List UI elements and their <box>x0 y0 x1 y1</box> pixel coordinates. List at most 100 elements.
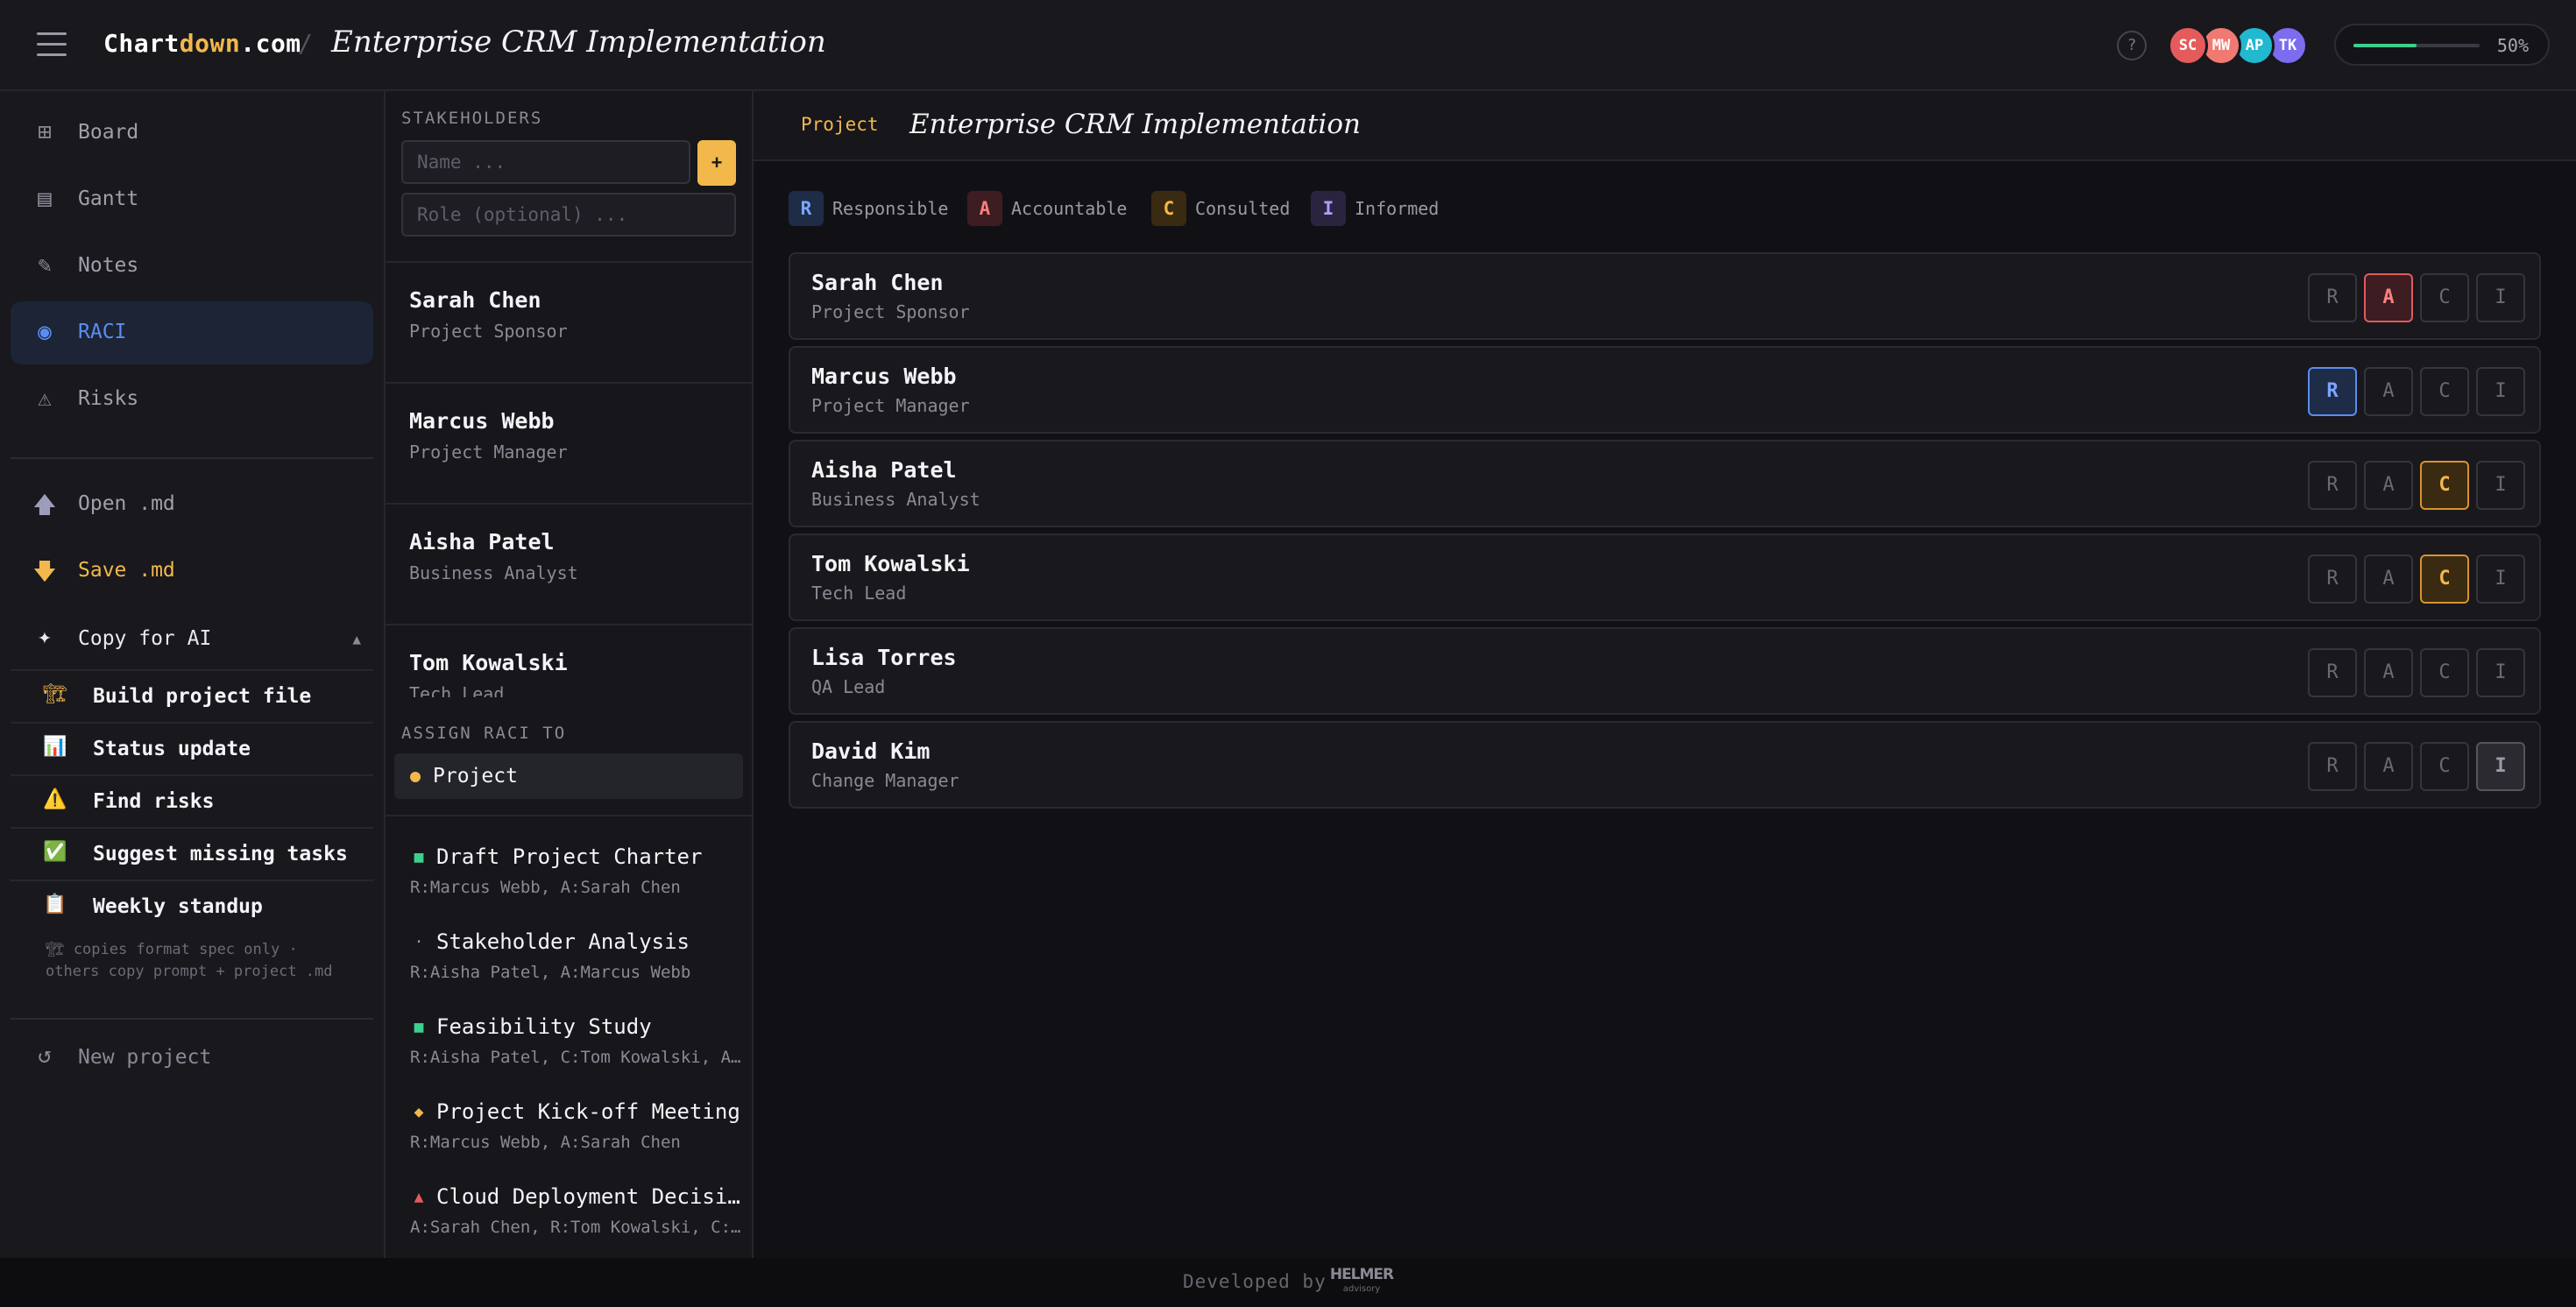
copy-ai-option-label: Weekly standup <box>93 895 263 918</box>
task-item[interactable]: ◆ Project Kick-off Meeting R:Marcus Webb, … <box>386 1085 752 1169</box>
copy-ai-option[interactable]: 📊 Status update <box>11 722 373 773</box>
sidebar-item-label: Notes <box>78 254 139 277</box>
raci-toggle-r[interactable]: R <box>2308 367 2357 416</box>
task-raci-summary: R:Aisha Patel, C:Tom Kowalski, A:Marcus … <box>410 1048 743 1067</box>
download-arrow-icon: 🡇 <box>32 559 57 585</box>
raci-toggle-c[interactable]: C <box>2420 648 2469 697</box>
raci-toggle-a[interactable]: A <box>2364 273 2413 322</box>
raci-toggle-r[interactable]: R <box>2308 273 2357 322</box>
raci-toggle-i[interactable]: I <box>2476 367 2525 416</box>
task-item[interactable]: ■ Feasibility Study R:Aisha Patel, C:Tom K… <box>386 1000 752 1084</box>
menu-icon[interactable] <box>37 32 67 57</box>
project-title[interactable]: Enterprise CRM Implementation <box>331 25 826 60</box>
stakeholder-role-input[interactable] <box>401 193 736 237</box>
helmer-logo[interactable]: HELMER advisory <box>1328 1265 1395 1300</box>
sidebar-item-label: Risks <box>78 387 139 410</box>
copy-for-ai-toggle[interactable]: ✦ Copy for AI ▲ <box>11 611 373 666</box>
raci-toggle-i[interactable]: I <box>2476 461 2525 510</box>
raci-person-role: Business Analyst <box>811 489 980 510</box>
raci-toggle-a[interactable]: A <box>2364 367 2413 416</box>
stakeholder-item[interactable]: Aisha Patel Business Analyst <box>386 505 752 625</box>
logo[interactable]: Chartdown.com <box>103 29 301 58</box>
raci-row: David Kim Change Manager R A C I <box>789 721 2541 809</box>
raci-person-name: David Kim <box>811 738 931 764</box>
task-title: Feasibility Study <box>436 1014 652 1039</box>
raci-toggle-c[interactable]: C <box>2420 461 2469 510</box>
help-icon[interactable]: ? <box>2117 31 2147 60</box>
raci-toggle-i[interactable]: I <box>2476 555 2525 604</box>
raci-toggle-r[interactable]: R <box>2308 461 2357 510</box>
raci-row: Marcus Webb Project Manager R A C I <box>789 346 2541 434</box>
project-progress: 50% <box>2334 24 2550 66</box>
project-dot-icon <box>410 772 421 782</box>
stakeholder-item[interactable]: Marcus Webb Project Manager <box>386 384 752 505</box>
task-title: Stakeholder Analysis <box>436 929 690 954</box>
gantt-icon: ▤ <box>38 186 52 212</box>
stakeholder-name: Marcus Webb <box>409 408 555 434</box>
legend-label: Consulted <box>1195 198 1291 219</box>
task-item[interactable]: ■ Draft Project Charter R:Marcus Webb, A:S… <box>386 830 752 915</box>
developed-by-text: Developed by <box>1183 1271 1327 1292</box>
raci-toggle-r[interactable]: R <box>2308 648 2357 697</box>
legend-badge: A <box>967 191 1002 226</box>
upload-arrow-icon: 🡅 <box>32 492 57 519</box>
raci-toggle-c[interactable]: C <box>2420 367 2469 416</box>
new-project-button[interactable]: ↺ New project <box>11 1030 373 1083</box>
raci-toggle-a[interactable]: A <box>2364 555 2413 604</box>
raci-toggle-r[interactable]: R <box>2308 742 2357 791</box>
assign-raci-select[interactable]: Project <box>394 753 743 799</box>
raci-row: Sarah Chen Project Sponsor R A C I <box>789 252 2541 340</box>
copy-ai-option[interactable]: ⚠️ Find risks <box>11 774 373 825</box>
task-title: Draft Project Charter <box>436 844 703 869</box>
task-item[interactable]: · Stakeholder Analysis R:Aisha Patel, A:Ma… <box>386 915 752 1000</box>
raci-toggle-c[interactable]: C <box>2420 742 2469 791</box>
sidebar-item-label: RACI <box>78 321 127 343</box>
copy-ai-option[interactable]: ✅ Suggest missing tasks <box>11 827 373 878</box>
raci-toggle-i[interactable]: I <box>2476 742 2525 791</box>
sidebar-item-notes[interactable]: ✎ Notes <box>11 235 373 298</box>
raci-toggle-c[interactable]: C <box>2420 555 2469 604</box>
stakeholder-item[interactable]: Sarah Chen Project Sponsor <box>386 263 752 384</box>
raci-row: Lisa Torres QA Lead R A C I <box>789 627 2541 715</box>
warning-icon: ⚠ <box>38 385 52 412</box>
scope-tag: Project <box>801 114 879 135</box>
stakeholder-name: Aisha Patel <box>409 529 555 555</box>
sparkle-icon: ✦ <box>38 624 52 650</box>
refresh-icon: ↺ <box>38 1042 52 1069</box>
copy-ai-option[interactable]: 🏗 Build project file <box>11 669 373 720</box>
stakeholder-item[interactable]: Tom Kowalski Tech Lead <box>386 625 752 697</box>
clipboard-icon: 📋 <box>43 894 67 915</box>
save-md-button[interactable]: 🡇 Save .md <box>11 543 373 596</box>
grid-icon: ⊞ <box>38 119 52 145</box>
sidebar-item-board[interactable]: ⊞ Board <box>11 102 373 165</box>
raci-toggle-a[interactable]: A <box>2364 648 2413 697</box>
raci-main-panel: Project Enterprise CRM Implementation RR… <box>754 91 2576 1258</box>
raci-toggle-i[interactable]: I <box>2476 648 2525 697</box>
raci-toggle-a[interactable]: A <box>2364 742 2413 791</box>
sidebar-item-label: Board <box>78 121 139 144</box>
add-stakeholder-button[interactable]: + <box>697 140 736 186</box>
sidebar-item-risks[interactable]: ⚠ Risks <box>11 368 373 431</box>
copy-ai-option-label: Status update <box>93 738 251 760</box>
progress-percent: 50% <box>2496 35 2529 56</box>
check-icon: ✅ <box>43 841 67 863</box>
task-status-icon: ◆ <box>414 1103 424 1121</box>
raci-person-role: Project Manager <box>811 395 970 416</box>
task-raci-summary: R:Marcus Webb, A:Sarah Chen <box>410 1133 681 1152</box>
legend-badge: R <box>789 191 824 226</box>
legend-label: Responsible <box>832 198 949 219</box>
raci-toggle-r[interactable]: R <box>2308 555 2357 604</box>
raci-toggle-c[interactable]: C <box>2420 273 2469 322</box>
stakeholder-name-input[interactable] <box>401 140 690 184</box>
open-md-button[interactable]: 🡅 Open .md <box>11 477 373 529</box>
raci-toggle-i[interactable]: I <box>2476 273 2525 322</box>
task-item[interactable]: ▲ Cloud Deployment Decision A:Sarah Chen, … <box>386 1170 752 1254</box>
legend-label: Informed <box>1355 198 1440 219</box>
task-status-icon: ■ <box>414 1018 424 1036</box>
raci-toggle-a[interactable]: A <box>2364 461 2413 510</box>
copy-ai-option[interactable]: 📋 Weekly standup <box>11 880 373 930</box>
sidebar-item-raci[interactable]: ◉ RACI <box>11 301 373 364</box>
avatar[interactable]: SC <box>2168 25 2208 66</box>
sidebar-item-gantt[interactable]: ▤ Gantt <box>11 168 373 231</box>
warning-icon: ⚠️ <box>43 788 67 810</box>
